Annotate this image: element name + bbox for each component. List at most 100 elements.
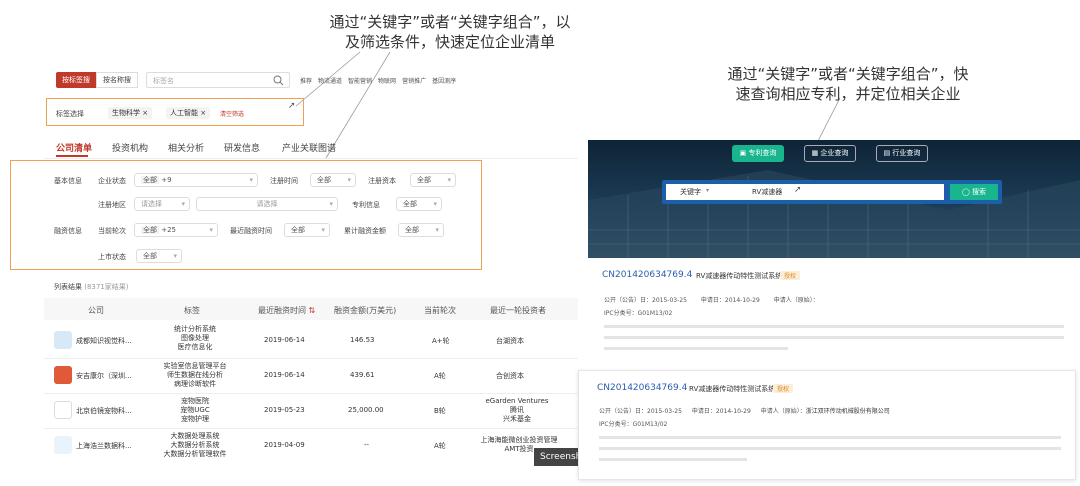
col-round: 当前轮次 xyxy=(424,306,456,315)
clear-filter-link[interactable]: 清空筛选 xyxy=(220,109,244,118)
tab-patent-search[interactable]: ▣ 专利查询 xyxy=(732,145,784,162)
tab-search-by-tag[interactable]: 按标签搜 xyxy=(56,72,96,88)
investor[interactable]: 上海海能微创业投资管理 xyxy=(474,436,564,445)
label-current-round: 当前轮次 xyxy=(98,227,126,235)
cursor-icon: ➚ xyxy=(288,101,296,111)
total-financing-select[interactable]: 全部 xyxy=(398,223,444,237)
financing-amount: -- xyxy=(364,441,370,449)
search-input[interactable]: 标签名 xyxy=(146,72,290,88)
row-divider xyxy=(44,428,578,429)
row-divider xyxy=(44,393,578,394)
investor[interactable]: eGarden Ventures xyxy=(482,397,552,406)
company-logo xyxy=(54,366,72,384)
col-recent-date[interactable]: 最近融资时间 ⇅ xyxy=(258,305,315,316)
company-logo xyxy=(54,401,72,419)
label-recent-financing-time: 最近融资时间 xyxy=(230,227,272,235)
tab-enterprise-search[interactable]: ▦ 企业查询 xyxy=(804,145,856,162)
tag-chip[interactable]: 生物科学 × xyxy=(108,107,153,119)
company-name[interactable]: 安吉康尔（深圳... xyxy=(76,371,132,381)
quick-link[interactable]: 物流通道 xyxy=(318,76,342,85)
col-investors: 最近一轮投资者 xyxy=(490,306,546,315)
patent-result-card[interactable]: CN201420634769.4 RV减速器传动特性测试系统 授权 公开（公告）… xyxy=(578,370,1076,480)
reg-capital-select[interactable]: 全部 xyxy=(410,173,456,187)
close-icon[interactable]: × xyxy=(200,109,206,117)
quick-link[interactable]: 营销推广 xyxy=(402,76,426,85)
right-annotation: 通过“关键字”或者“关键字组合”，快 速查询相应专利，并定位相关企业 xyxy=(698,64,998,104)
quick-link[interactable]: 基因测序 xyxy=(432,76,456,85)
financing-round: A轮 xyxy=(434,442,446,450)
patent-abstract xyxy=(604,322,1064,358)
patent-select[interactable]: 全部 xyxy=(396,197,442,211)
financing-date: 2019-06-14 xyxy=(264,371,305,379)
tab-company-list[interactable]: 公司清单 xyxy=(56,141,92,154)
patent-meta: 公开（公告）日：2015-03-25 申请日：2014-10-29 申请人（原始… xyxy=(599,408,890,415)
recent-time-select[interactable]: 全部 xyxy=(284,223,330,237)
tab-investors[interactable]: 投资机构 xyxy=(112,141,148,154)
patent-number[interactable]: CN201420634769.4 xyxy=(602,270,692,280)
cursor-icon: ➚ xyxy=(794,185,802,195)
building-icon: ▦ xyxy=(811,149,819,157)
divider xyxy=(44,158,578,159)
patent-search-input[interactable]: 关键字 ▾ RV减速器 ➚ xyxy=(666,184,944,200)
annotation-line: 通过“关键字”或者“关键字组合”，快 xyxy=(727,65,969,83)
financing-round: A轮 xyxy=(434,372,446,380)
quick-link[interactable]: 智能营销 xyxy=(348,76,372,85)
sort-icon[interactable]: ⇅ xyxy=(309,306,316,315)
tag-chip[interactable]: 人工智能 × xyxy=(166,107,211,119)
patent-meta: 公开（公告）日：2015-03-25 申请日：2014-10-29 申请人（原始… xyxy=(604,297,819,304)
patent-number[interactable]: CN201420634769.4 xyxy=(597,383,687,393)
search-value: RV减速器 xyxy=(752,188,783,196)
label-listing-status: 上市状态 xyxy=(98,253,126,261)
patent-title[interactable]: RV减速器传动特性测试系统 xyxy=(696,271,782,281)
company-logo xyxy=(54,331,72,349)
close-icon[interactable]: × xyxy=(142,109,148,117)
active-tab-indicator xyxy=(56,155,88,157)
label-patent-info: 专利信息 xyxy=(352,201,380,209)
company-name[interactable]: 上海浩兰数据科... xyxy=(76,441,132,451)
current-round-select[interactable]: 全部 +25 xyxy=(134,223,218,237)
investor[interactable]: 合创资本 xyxy=(496,371,524,381)
investor[interactable]: 兴禾基金 xyxy=(482,415,552,424)
row-tags: 宠物医院 宠物UGC 宠物护理 xyxy=(180,397,210,423)
label-total-financing: 累计融资金额 xyxy=(344,227,386,235)
company-status-select[interactable]: 全部 +9 xyxy=(134,173,258,187)
financing-amount: 146.53 xyxy=(350,336,375,344)
tab-rnd[interactable]: 研发信息 xyxy=(224,141,260,154)
quick-link[interactable]: 物联网 xyxy=(378,76,396,85)
label-reg-time: 注册时间 xyxy=(270,177,298,185)
tab-analysis[interactable]: 相关分析 xyxy=(168,141,204,154)
investor[interactable]: 腾讯 xyxy=(482,406,552,415)
tag-select-label: 标签选择 xyxy=(56,110,84,118)
region-select-1[interactable]: 请选择 xyxy=(134,197,190,211)
listing-status-select[interactable]: 全部 xyxy=(136,249,182,263)
patent-title[interactable]: RV减速器传动特性测试系统 xyxy=(689,384,775,394)
company-name[interactable]: 成都知识视觉科... xyxy=(76,336,132,346)
col-amount: 融资金额(万美元) xyxy=(334,306,397,315)
search-type-select[interactable]: 关键字 xyxy=(680,187,701,197)
row-tags: 实验室信息管理平台 师生数据在线分析 病理诊断软件 xyxy=(163,362,227,388)
patent-result-card[interactable]: CN201420634769.4 RV减速器传动特性测试系统 授权 公开（公告）… xyxy=(588,258,1080,366)
tab-search-by-name[interactable]: 按名称搜 xyxy=(96,72,138,88)
patent-abstract xyxy=(599,433,1061,473)
company-name[interactable]: 北京伯镜宠物科... xyxy=(76,406,132,416)
search-type-tabs: 按标签搜 按名称搜 xyxy=(56,72,138,88)
patent-icon: ▣ xyxy=(739,149,747,157)
row-tags: 大数据处理系统 大数据分析系统 大数据分析管理软件 xyxy=(163,432,227,458)
search-icon: ◯ xyxy=(961,188,970,196)
investor[interactable]: 台湖资本 xyxy=(496,336,524,346)
company-logo xyxy=(54,436,72,454)
status-badge: 授权 xyxy=(773,384,794,393)
reg-time-select[interactable]: 全部 xyxy=(310,173,356,187)
status-badge: 授权 xyxy=(780,271,801,280)
quick-link[interactable]: 推荐 xyxy=(300,76,312,85)
label-company-status: 企业状态 xyxy=(98,177,126,185)
chevron-down-icon[interactable]: ▾ xyxy=(706,187,709,194)
tab-industry-graph[interactable]: 产业关联图谱 xyxy=(282,141,336,154)
section-basic-info: 基本信息 xyxy=(54,177,82,185)
search-icon[interactable] xyxy=(273,75,284,86)
region-select-2[interactable]: 请选择 xyxy=(196,197,338,211)
annotation-line: 速查询相应专利，并定位相关企业 xyxy=(735,85,961,103)
financing-date: 2019-06-14 xyxy=(264,336,305,344)
search-button[interactable]: ◯ 搜索 xyxy=(950,184,998,200)
tab-industry-search[interactable]: ▤ 行业查询 xyxy=(876,145,928,162)
